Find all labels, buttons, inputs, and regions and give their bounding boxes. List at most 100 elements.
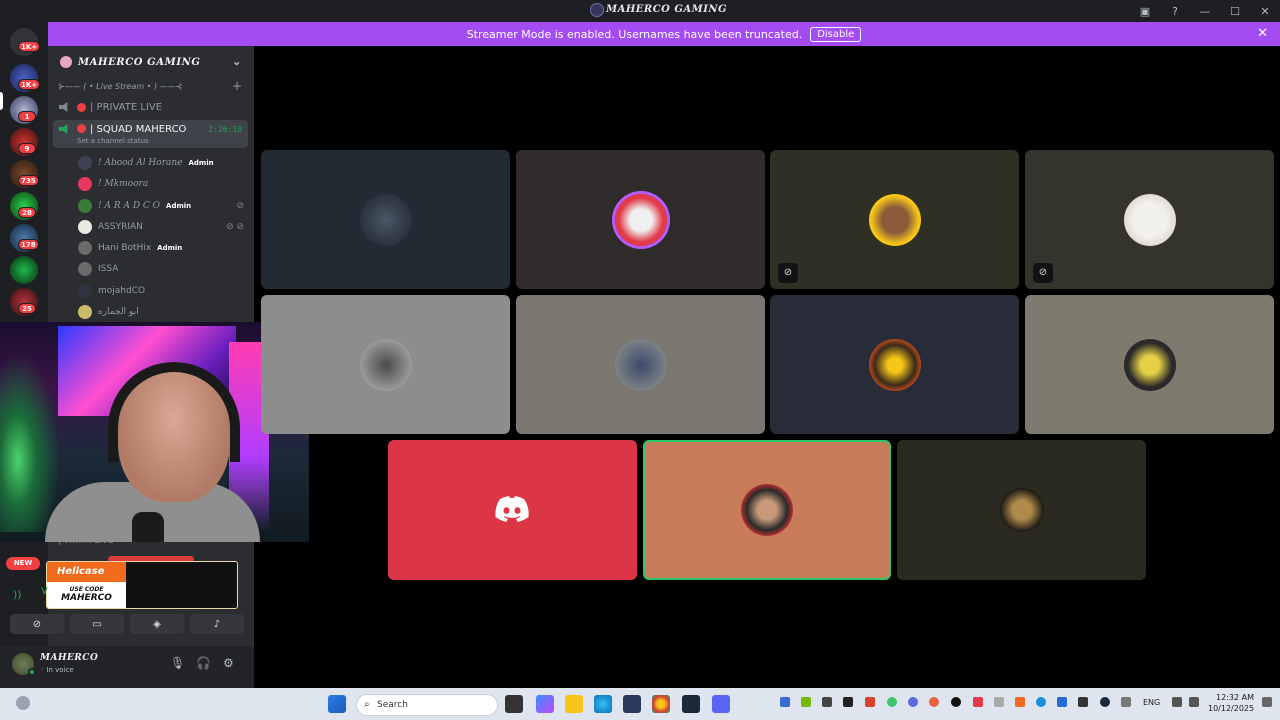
copilot-icon[interactable]: [536, 695, 554, 713]
participant-tile[interactable]: [897, 440, 1146, 580]
minimize-button[interactable]: —: [1190, 5, 1220, 18]
window-title: MAHERCO GAMING: [590, 3, 727, 17]
unread-badge: 178: [18, 239, 39, 250]
close-window-button[interactable]: ✕: [1250, 5, 1280, 18]
avatar: [78, 241, 92, 255]
participant-tile[interactable]: [516, 295, 765, 434]
edge-icon[interactable]: [594, 695, 612, 713]
nvidia-icon[interactable]: [801, 697, 811, 707]
participant-tile[interactable]: ⊘: [770, 150, 1019, 289]
participant-tile[interactable]: [261, 150, 510, 289]
steam-tray-icon[interactable]: [1100, 697, 1110, 707]
gear-icon[interactable]: ⚙: [223, 656, 234, 670]
microphone-tray-icon[interactable]: [1121, 697, 1131, 707]
task-view-icon[interactable]: [505, 695, 523, 713]
close-banner-icon[interactable]: ✕: [1257, 26, 1268, 41]
tray-app-icon[interactable]: [843, 697, 853, 707]
voice-member[interactable]: ! Mkmoora: [78, 174, 248, 194]
banner-text: Streamer Mode is enabled. Usernames have…: [466, 27, 803, 41]
tray-app-icon[interactable]: [1078, 697, 1088, 707]
participant-tile[interactable]: [770, 295, 1019, 434]
widgets-icon[interactable]: [16, 696, 30, 710]
admin-tag: Admin: [166, 202, 192, 210]
disable-button[interactable]: Disable: [810, 26, 862, 42]
chrome-icon[interactable]: [652, 695, 670, 713]
tray-app-icon[interactable]: [865, 697, 875, 707]
voice-member[interactable]: ASSYRIAN ⊘ ⊘: [78, 217, 248, 237]
tray-app-icon[interactable]: [1036, 697, 1046, 707]
tray-app-icon[interactable]: [887, 697, 897, 707]
member-name: ابو الجماره: [98, 307, 139, 317]
member-name: ISSA: [98, 264, 119, 274]
voice-member[interactable]: ! A R A D C O Admin ⊘: [78, 196, 248, 216]
tray-app-icon[interactable]: [908, 697, 918, 707]
bluetooth-icon[interactable]: [1057, 697, 1067, 707]
channel-label: | SQUAD MAHERCO: [90, 124, 187, 135]
tray-app-icon[interactable]: [973, 697, 983, 707]
language-indicator[interactable]: ENG: [1143, 698, 1160, 707]
unread-badge: 9: [18, 143, 36, 154]
avatar: [999, 488, 1044, 532]
volume-icon[interactable]: [1189, 697, 1199, 707]
microphone-icon[interactable]: 🎙: [170, 656, 185, 670]
inbox-icon[interactable]: ▣: [1130, 5, 1160, 18]
server-icon[interactable]: [10, 256, 38, 284]
voice-channel-squad-maherco[interactable]: | SQUAD MAHERCO 2:26:10 Set a channel st…: [53, 120, 248, 148]
voice-member[interactable]: Hani BotHix Admin: [78, 238, 248, 258]
voice-member[interactable]: ! Abood Al Horane Admin: [78, 153, 248, 173]
participant-tile[interactable]: [516, 150, 765, 289]
soundboard-button[interactable]: ♪: [190, 614, 244, 634]
streamer-mode-banner: Streamer Mode is enabled. Usernames have…: [48, 22, 1280, 46]
speaker-icon: [59, 102, 68, 112]
participant-tile[interactable]: [388, 440, 637, 580]
activity-button[interactable]: ◈: [130, 614, 184, 634]
clock-date: 10/12/2025: [1208, 704, 1255, 713]
notifications-icon[interactable]: [1262, 697, 1272, 707]
avatar: [78, 305, 92, 319]
channel-status[interactable]: Set a channel status: [77, 137, 149, 145]
signal-icon[interactable]: )): [13, 588, 22, 601]
tray-app-icon[interactable]: [994, 697, 1004, 707]
voice-channel-private-live[interactable]: | PRIVATE LIVE: [53, 96, 248, 118]
add-channel-icon[interactable]: +: [232, 79, 242, 93]
headphones-icon[interactable]: 🎧: [196, 656, 211, 670]
channel-category[interactable]: ⊱—— ( • Live Stream • ) ——⊰: [58, 82, 182, 91]
store-icon[interactable]: [623, 695, 641, 713]
discord-taskbar-icon[interactable]: [712, 695, 730, 713]
chevron-down-icon[interactable]: ⌄: [232, 55, 242, 68]
voice-member[interactable]: ISSA: [78, 259, 248, 279]
participant-tile[interactable]: [261, 295, 510, 434]
member-name: Hani BotHix: [98, 243, 152, 253]
voice-connected-label: V: [41, 586, 48, 597]
channel-timer: 2:26:10: [208, 125, 242, 134]
tray-app-icon[interactable]: [951, 697, 961, 707]
tray-app-icon[interactable]: [1015, 697, 1025, 707]
participant-tile-speaking[interactable]: [643, 440, 891, 580]
camera-off-button[interactable]: ⊘: [10, 614, 64, 634]
help-icon[interactable]: ?: [1160, 5, 1190, 18]
member-name: ! Mkmoora: [98, 179, 149, 189]
member-name: ! A R A D C O: [98, 201, 161, 211]
avatar: [78, 220, 92, 234]
system-clock[interactable]: 12:32 AM 10/12/2025: [1208, 692, 1254, 714]
maximize-button[interactable]: ☐: [1220, 5, 1250, 18]
voice-member[interactable]: mojahdCO: [78, 281, 248, 301]
start-icon[interactable]: [328, 695, 346, 713]
username[interactable]: MAHERCO: [40, 653, 98, 663]
tray-app-icon[interactable]: [822, 697, 832, 707]
participant-tile[interactable]: [1025, 295, 1274, 434]
voice-member[interactable]: ابو الجماره: [78, 302, 248, 322]
avatar: [78, 177, 92, 191]
steam-icon[interactable]: [682, 695, 700, 713]
network-icon[interactable]: [1172, 697, 1182, 707]
tray-app-icon[interactable]: [929, 697, 939, 707]
file-explorer-icon[interactable]: [565, 695, 583, 713]
new-badge[interactable]: NEW: [6, 557, 40, 570]
windows-taskbar: ⌕ Search ENG 12:32 AM 10/12/2025: [0, 688, 1280, 720]
tray-app-icon[interactable]: [780, 697, 790, 707]
server-header[interactable]: MAHERCO GAMING ⌄: [48, 46, 254, 78]
taskbar-search[interactable]: ⌕ Search: [356, 694, 498, 716]
muted-mic-icon: ⊘: [778, 263, 798, 283]
screen-share-button[interactable]: ▭: [70, 614, 124, 634]
participant-tile[interactable]: ⊘: [1025, 150, 1274, 289]
